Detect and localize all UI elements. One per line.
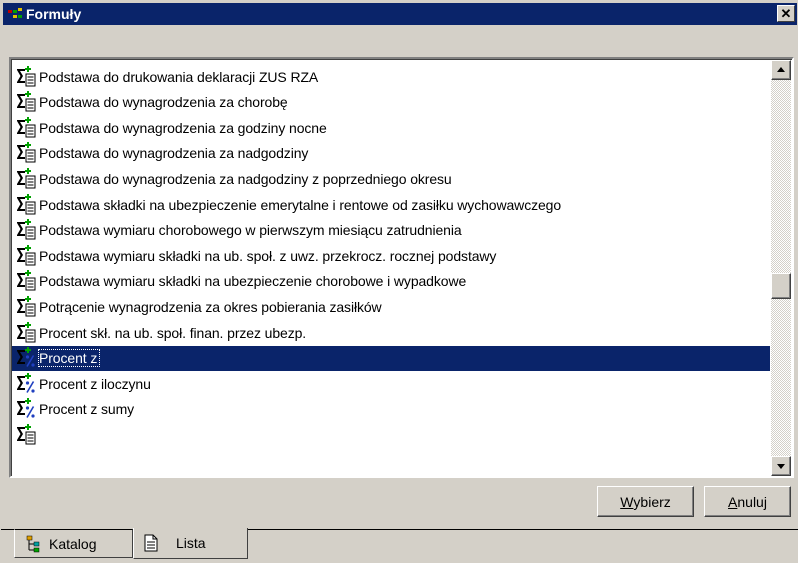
anuluj-label: nuluj <box>737 493 767 510</box>
list-item[interactable]: Podstawa do wynagrodzenia za godziny noc… <box>12 115 770 140</box>
title-bar[interactable]: Formuły ✕ <box>3 3 797 25</box>
list-item[interactable]: Podstawa do wynagrodzenia za nadgodziny … <box>12 166 770 191</box>
sum-formula-icon <box>16 270 36 292</box>
list-item-label: Procent z iloczynu <box>39 375 151 392</box>
close-icon: ✕ <box>780 6 792 21</box>
sum-formula-icon <box>16 295 36 318</box>
wybierz-label: ybierz <box>633 493 671 510</box>
sum-formula-icon <box>16 91 36 113</box>
list-item[interactable]: Podstawa do wynagrodzenia za nadgodziny <box>12 141 770 166</box>
list-item[interactable]: Podstawa do wynagrodzenia za chorobę <box>12 90 770 115</box>
anuluj-button[interactable]: Anuluj <box>704 486 791 517</box>
sum-formula-icon <box>16 167 36 190</box>
wybierz-hotkey: W <box>620 493 634 510</box>
formula-list: Podstawa do drukowania deklaracji ZUS RZ… <box>12 60 772 476</box>
list-item-label: Podstawa do wynagrodzenia za chorobę <box>39 94 288 111</box>
list-item-label: Podstawa do drukowania deklaracji ZUS RZ… <box>39 68 319 85</box>
scroll-thumb[interactable] <box>771 272 791 299</box>
list-item-label: Podstawa wymiaru składki na ubezpieczeni… <box>39 273 467 290</box>
arrow-down-icon <box>777 464 785 469</box>
percent-formula-icon <box>16 372 36 395</box>
list-item-label: Podstawa do wynagrodzenia za nadgodziny … <box>39 170 452 187</box>
list-item-label: Procent skł. na ub. społ. finan. przez u… <box>39 324 307 341</box>
sum-formula-icon <box>16 244 36 267</box>
list-item[interactable]: Podstawa wymiaru składki na ub. społ. z … <box>12 243 770 268</box>
tab-strip: Katalog Lista <box>1 528 798 563</box>
list-item-label: Podstawa wymiaru składki na ub. społ. z … <box>39 247 497 264</box>
document-list-icon <box>142 534 160 552</box>
list-item[interactable]: Podstawa wymiaru chorobowego w pierwszym… <box>12 218 770 243</box>
list-item[interactable]: Procent z sumy <box>12 397 770 422</box>
sum-formula-icon <box>16 193 36 216</box>
sum-formula-icon <box>16 321 36 344</box>
list-item-label: Podstawa do wynagrodzenia za godziny noc… <box>39 119 327 136</box>
formuly-dialog: Formuły ✕ Podstawa do drukowania deklara… <box>0 0 798 562</box>
list-item-label: Podstawa do wynagrodzenia za nadgodziny <box>39 145 309 162</box>
list-item[interactable]: Potrącenie wynagrodzenia za okres pobier… <box>12 294 770 319</box>
arrow-up-icon <box>777 67 785 72</box>
tab-lista-label: Lista <box>176 535 206 551</box>
tree-catalog-icon <box>25 535 43 553</box>
list-item[interactable]: Procent skł. na ub. społ. finan. przez u… <box>12 320 770 345</box>
scroll-up-button[interactable] <box>771 60 791 80</box>
vertical-scrollbar[interactable] <box>771 60 791 476</box>
tab-katalog[interactable]: Katalog <box>14 529 133 558</box>
close-button[interactable]: ✕ <box>777 5 795 22</box>
tab-lista[interactable]: Lista <box>133 528 248 559</box>
sum-formula-icon <box>16 116 36 139</box>
list-item[interactable]: Procent z <box>12 345 770 371</box>
list-item[interactable]: Procent z iloczynu <box>12 371 770 396</box>
anuluj-hotkey: A <box>728 493 738 510</box>
formula-listbox[interactable]: Podstawa do drukowania deklaracji ZUS RZ… <box>9 57 794 478</box>
list-item[interactable]: Podstawa do drukowania deklaracji ZUS RZ… <box>12 64 770 89</box>
sum-formula-icon <box>16 142 36 164</box>
wybierz-button[interactable]: Wybierz <box>597 486 694 517</box>
sum-formula-icon <box>16 423 36 446</box>
sum-formula-icon <box>16 65 36 88</box>
list-item-partial[interactable] <box>12 422 770 447</box>
list-item-label: Podstawa składki na ubezpieczenie emeryt… <box>39 196 562 213</box>
list-item-label: Procent z <box>37 349 101 368</box>
percent-formula-icon <box>16 398 36 420</box>
window-title: Formuły <box>26 6 82 22</box>
list-item-label: Podstawa wymiaru chorobowego w pierwszym… <box>39 222 462 239</box>
sum-formula-icon <box>16 219 36 241</box>
list-item-label: Potrącenie wynagrodzenia za okres pobier… <box>39 298 382 315</box>
tab-katalog-label: Katalog <box>49 535 97 552</box>
list-item-label: Procent z sumy <box>39 401 135 418</box>
formula-window-icon <box>7 6 23 22</box>
scroll-down-button[interactable] <box>771 456 791 476</box>
percent-formula-icon <box>16 347 36 369</box>
list-item[interactable]: Podstawa składki na ubezpieczenie emeryt… <box>12 192 770 217</box>
list-item[interactable]: Podstawa wymiaru składki na ubezpieczeni… <box>12 269 770 294</box>
